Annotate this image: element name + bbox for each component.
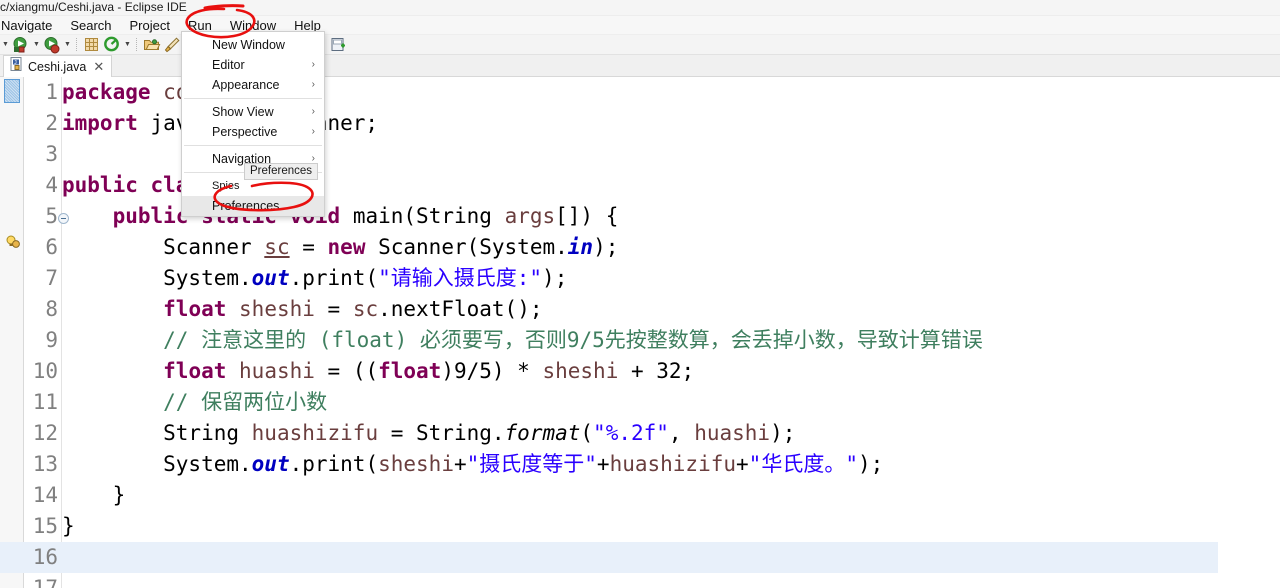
coverage-dropdown-caret[interactable] [122,35,133,55]
line-number: 13 [32,452,58,476]
code-line-7: System.out.print("请输入摄氏度:"); [62,266,568,290]
code-line-5: public static void main(String args[]) { [112,204,619,228]
code-line-14: } [62,483,126,507]
window-title: c/xiangmu/Ceshi.java - Eclipse IDE [0,0,187,14]
toolbar-separator-1 [76,38,79,51]
toolbar-dropdown-caret-0[interactable] [0,35,11,55]
code-line-8: float sheshi = sc.nextFloat(); [163,297,543,321]
debug-dropdown-caret[interactable] [62,35,73,55]
line-number: 15 [32,514,58,538]
menu-search[interactable]: Search [61,16,120,35]
title-bar: c/xiangmu/Ceshi.java - Eclipse IDE [0,0,1280,16]
line-number: 7 [45,266,58,290]
line-number: 3 [45,142,58,166]
menu-project[interactable]: Project [121,16,179,35]
preferences-tooltip: Preferences [244,163,319,180]
code-line-12: String huashizifu = String.format("%.2f"… [62,421,796,445]
menu-item-perspective[interactable]: Perspective › [182,122,324,142]
code-line-10: float huashi = ((float)9/5) * sheshi + 3… [163,359,695,383]
code-line-11: // 保留两位小数 [62,390,328,414]
line-number: 8 [45,297,58,321]
code-line-15: } [62,514,75,538]
tab-ceshi-java[interactable]: J Ceshi.java ✕ [3,55,113,77]
line-number: 14 [32,483,58,507]
chevron-right-icon: › [311,79,315,90]
new-package-icon[interactable] [83,36,101,54]
menu-item-appearance[interactable]: Appearance › [182,75,324,95]
code-line-13: System.out.print(sheshi+"摄氏度等于"+huashizi… [62,452,884,476]
new-java-file-icon[interactable] [329,36,347,54]
tab-label: Ceshi.java [28,59,87,74]
quick-fix-bulb-icon[interactable] [5,234,21,250]
code-line-9: // 注意这里的 (float) 必须要写，否则9/5先按整数算，会丢掉小数，导… [62,328,983,352]
line-number: 16 [32,545,58,569]
line-number: 6 [45,235,58,259]
line-number: 2 [45,111,58,135]
code-line-6: Scanner sc = new Scanner(System.in); [62,235,619,259]
menu-item-label: Spies [212,180,240,192]
menu-item-show-view[interactable]: Show View › [182,102,324,122]
line-number: 10 [32,359,58,383]
toolbar-separator-2 [136,38,139,51]
menu-item-editor[interactable]: Editor › [182,55,324,75]
close-icon[interactable]: ✕ [93,59,104,75]
paintbrush-icon[interactable] [163,36,181,54]
changed-lines-marker [4,79,20,103]
java-file-icon: J [10,57,23,76]
menu-separator-2 [184,145,322,146]
window-menu-dropdown[interactable]: New Window Editor › Appearance › Show Vi… [181,31,325,217]
line-number: 17 [32,576,58,588]
line-number: 9 [45,328,58,352]
coverage-icon[interactable] [103,36,121,54]
chevron-right-icon: › [311,59,315,70]
menu-item-new-window[interactable]: New Window [182,35,324,55]
menu-item-label: Preferences [212,199,280,213]
run-dropdown-caret[interactable] [31,35,42,55]
menu-item-label: Appearance [212,78,280,92]
menu-item-label: Show View [212,105,274,119]
line-number: 5 [45,204,58,228]
menu-item-preferences[interactable]: Preferences [182,196,324,216]
menu-separator-1 [184,98,322,99]
run-icon[interactable] [12,36,30,54]
line-number: 12 [32,421,58,445]
eclipse-ide-window: c/xiangmu/Ceshi.java - Eclipse IDE Navig… [0,0,1280,588]
open-folder-icon[interactable] [143,36,161,54]
marker-gutter[interactable] [0,77,24,588]
menu-item-label: Editor [212,58,245,72]
menu-item-label: Perspective [212,125,278,139]
menu-navigate[interactable]: Navigate [0,16,61,35]
debug-icon[interactable] [43,36,61,54]
line-number: 1 [45,80,58,104]
menu-item-label: New Window [212,38,285,52]
chevron-right-icon: › [311,106,315,117]
chevron-right-icon: › [311,126,315,137]
line-number: 11 [32,390,58,414]
line-number: 4 [45,173,58,197]
